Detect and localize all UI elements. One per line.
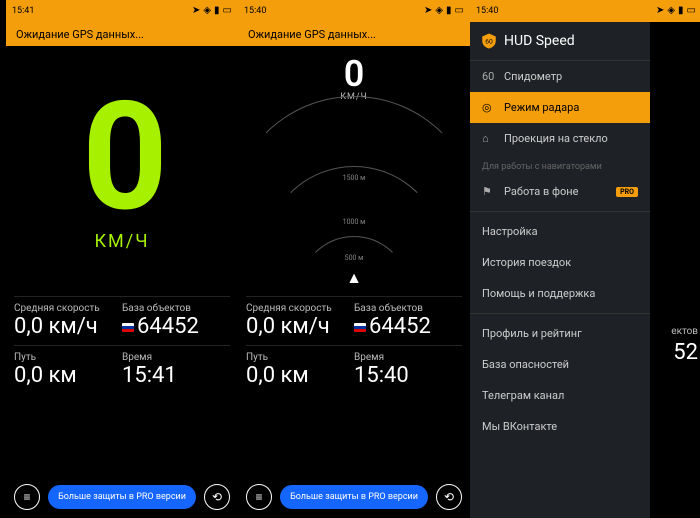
menu-label: Мы ВКонтакте xyxy=(482,420,557,433)
menu-label: База опасностей xyxy=(482,358,569,371)
menu-label: История поездок xyxy=(482,256,571,269)
menu-profile[interactable]: Профиль и рейтинг xyxy=(470,318,650,349)
battery-icon: ▭ xyxy=(223,6,232,16)
menu-label: Режим радара xyxy=(504,101,579,114)
menu-button[interactable]: ≡ xyxy=(246,484,272,510)
menu-settings[interactable]: Настройка xyxy=(470,216,650,247)
gps-waiting-text: Ожидание GPS данных... xyxy=(248,28,376,41)
pro-badge: PRO xyxy=(616,187,638,197)
location-icon: ➤ xyxy=(656,6,664,16)
refresh-button[interactable]: ⟲ xyxy=(436,484,462,510)
phone-drawer: 15:40 ➤ ◈ ▮ ▭ 60 HUD Speed 60 Спидометр … xyxy=(470,0,700,518)
heading-arrow-icon: ▲ xyxy=(346,268,362,288)
phone-speedometer: 15:41 ➤ ◈ ▮ ▭ Ожидание GPS данных... 0 К… xyxy=(6,0,238,518)
menu-trip-history[interactable]: История поездок xyxy=(470,247,650,278)
menu-hazard-db[interactable]: База опасностей xyxy=(470,349,650,380)
battery-icon: ▭ xyxy=(455,6,464,16)
radar-ring-label: 500 м xyxy=(345,254,364,262)
distance-label: Путь xyxy=(246,352,354,363)
menu-button[interactable]: ≡ xyxy=(14,484,40,510)
signal-icon: ▮ xyxy=(446,6,452,16)
menu-label: Проекция на стекло xyxy=(504,132,608,145)
radar-speed-value: 0 xyxy=(340,56,368,92)
menu-radar-mode[interactable]: ◎ Режим радара xyxy=(470,92,650,123)
avg-speed-value: 0,0 км/ч xyxy=(14,314,122,339)
distance-value: 0,0 км xyxy=(14,363,122,388)
background-sliver: ектов 52 xyxy=(650,46,700,518)
menu-help[interactable]: Помощь и поддержка xyxy=(470,278,650,309)
menu-vk[interactable]: Мы ВКонтакте xyxy=(470,411,650,442)
distance-label: Путь xyxy=(14,352,122,363)
speed-unit: КМ/Ч xyxy=(94,231,149,252)
projection-icon: ⌂ xyxy=(482,132,496,145)
signal-icon: ▮ xyxy=(214,6,220,16)
db-value: 64452 xyxy=(137,314,199,339)
gps-waiting-header: Ожидание GPS данных... xyxy=(238,22,470,46)
sliver-db-value: 52 xyxy=(673,340,698,365)
radar-icon: ◎ xyxy=(482,101,496,114)
battery-icon: ▭ xyxy=(687,6,696,16)
phone-radar: 15:40 ➤ ◈ ▮ ▭ Ожидание GPS данных... 0 К… xyxy=(238,0,470,518)
radar-ring-label: 1000 м xyxy=(343,218,366,226)
time-value: 15:40 xyxy=(354,363,462,388)
pro-upsell-button[interactable]: Больше защиты в PRO версии xyxy=(280,485,428,509)
wifi-icon: ◈ xyxy=(667,6,675,16)
app-logo-icon: 60 xyxy=(480,32,498,50)
time-value: 15:41 xyxy=(122,363,230,388)
menu-background-mode[interactable]: ⚑ Работа в фоне PRO xyxy=(470,176,650,207)
bottom-bar: ≡ Больше защиты в PRO версии ⟲ xyxy=(238,484,470,510)
db-label: База объектов xyxy=(122,303,230,314)
gps-waiting-header: Ожидание GPS данных... xyxy=(6,22,238,46)
menu-label: Профиль и рейтинг xyxy=(482,327,582,340)
flag-icon: ⚑ xyxy=(482,185,496,198)
speedometer-display: 0 КМ/Ч xyxy=(6,46,238,296)
wifi-icon: ◈ xyxy=(203,6,211,16)
gps-waiting-text: Ожидание GPS данных... xyxy=(16,28,144,41)
menu-section-nav: Для работы с навигаторами xyxy=(470,154,650,176)
sliver-db-label: ектов xyxy=(671,326,698,337)
svg-text:60: 60 xyxy=(485,37,493,45)
time-label: Время xyxy=(354,352,462,363)
drawer-header: 60 HUD Speed xyxy=(470,22,650,61)
radar-ring-label: 1500 м xyxy=(343,174,366,182)
status-time: 15:41 xyxy=(12,6,34,16)
avg-speed-label: Средняя скорость xyxy=(14,303,122,314)
menu-label: Телеграм канал xyxy=(482,389,564,402)
menu-hud-projection[interactable]: ⌂ Проекция на стекло xyxy=(470,123,650,154)
distance-value: 0,0 км xyxy=(246,363,354,388)
status-bar: 15:40 ➤ ◈ ▮ ▭ xyxy=(238,0,470,22)
status-time: 15:40 xyxy=(476,6,498,16)
menu-label: Спидометр xyxy=(504,70,562,83)
navigation-drawer: 60 HUD Speed 60 Спидометр ◎ Режим радара… xyxy=(470,22,650,518)
flag-ru-icon xyxy=(122,323,134,332)
status-time: 15:40 xyxy=(244,6,266,16)
app-title: HUD Speed xyxy=(504,33,575,49)
signal-icon: ▮ xyxy=(678,6,684,16)
menu-label: Настройка xyxy=(482,225,538,238)
menu-label: Работа в фоне xyxy=(504,185,578,198)
location-icon: ➤ xyxy=(424,6,432,16)
menu-label: Помощь и поддержка xyxy=(482,287,595,300)
location-icon: ➤ xyxy=(192,6,200,16)
stats-panel: Средняя скорость 0,0 км/ч База объектов … xyxy=(6,296,238,394)
radar-display: 0 КМ/Ч 500 м 1000 м 1500 м ▲ xyxy=(238,46,470,296)
pro-upsell-button[interactable]: Больше защиты в PRO версии xyxy=(48,485,196,509)
status-bar: 15:40 ➤ ◈ ▮ ▭ xyxy=(470,0,700,22)
time-label: Время xyxy=(122,352,230,363)
gauge-icon: 60 xyxy=(482,70,496,83)
refresh-button[interactable]: ⟲ xyxy=(204,484,230,510)
status-bar: 15:41 ➤ ◈ ▮ ▭ xyxy=(6,0,238,22)
bottom-bar: ≡ Больше защиты в PRO версии ⟲ xyxy=(6,484,238,510)
speed-value: 0 xyxy=(82,90,162,225)
menu-telegram[interactable]: Телеграм канал xyxy=(470,380,650,411)
wifi-icon: ◈ xyxy=(435,6,443,16)
menu-speedometer[interactable]: 60 Спидометр xyxy=(470,61,650,92)
